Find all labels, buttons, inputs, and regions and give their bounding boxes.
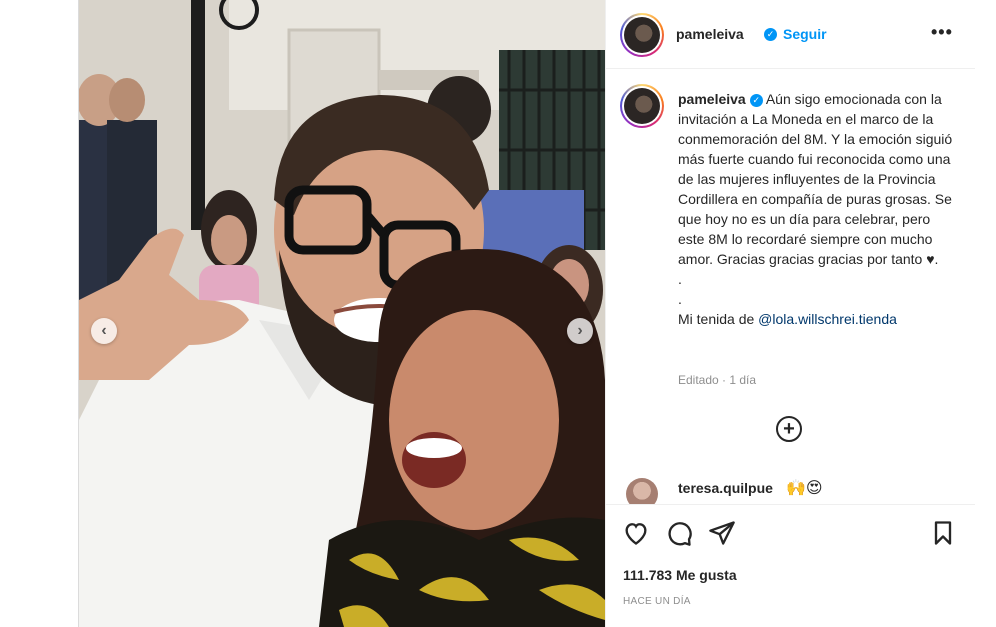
- caption-time[interactable]: 1 día: [729, 373, 756, 387]
- carousel-next-button[interactable]: ›: [567, 318, 593, 344]
- bookmark-icon[interactable]: [929, 519, 957, 547]
- post-header: pameleiva ✓ Seguir •••: [606, 0, 975, 69]
- edited-label: Editado: [678, 373, 719, 387]
- more-options-icon[interactable]: •••: [931, 22, 953, 43]
- follow-button[interactable]: Seguir: [783, 26, 827, 42]
- caption-meta: Editado · 1 día: [678, 373, 757, 387]
- mention-link[interactable]: @lola.willschrei.tienda: [758, 311, 897, 327]
- commenter-username[interactable]: teresa.quilpue: [678, 480, 773, 496]
- post-photo[interactable]: ‹ ›: [79, 0, 605, 627]
- like-count[interactable]: 111.783 Me gusta: [623, 567, 737, 583]
- load-more-comments-icon[interactable]: +: [776, 416, 802, 442]
- comment-icon[interactable]: [665, 519, 693, 547]
- comments-section[interactable]: pameleiva ✓ Aún sigo emocionada con la in…: [606, 70, 975, 503]
- post-side-panel: pameleiva ✓ Seguir ••• pameleiva ✓ Aún si…: [605, 0, 975, 627]
- post-timestamp[interactable]: HACE UN DÍA: [623, 596, 691, 607]
- post-caption: pameleiva ✓ Aún sigo emocionada con la in…: [678, 89, 956, 329]
- selfie-photo: [79, 0, 605, 627]
- verified-badge-icon: ✓: [764, 28, 777, 41]
- instagram-post: ‹ › pameleiva ✓ Seguir ••• pameleiva ✓ Aú…: [78, 0, 975, 627]
- caption-author-avatar[interactable]: [620, 84, 664, 128]
- author-avatar[interactable]: [620, 13, 664, 57]
- heart-icon[interactable]: [622, 519, 650, 547]
- caption-outfit-prefix: Mi tenida de: [678, 311, 755, 327]
- comment-row: teresa.quilpue 🙌😍: [606, 474, 975, 510]
- carousel-prev-button[interactable]: ‹: [91, 318, 117, 344]
- share-icon[interactable]: [708, 519, 736, 547]
- post-actions: 111.783 Me gusta HACE UN DÍA: [606, 504, 975, 627]
- caption-dot: .: [678, 271, 682, 287]
- comment-text: 🙌😍: [786, 480, 823, 497]
- caption-body: Aún sigo emocionada con la invitación a …: [678, 91, 953, 267]
- verified-badge-icon: ✓: [749, 94, 763, 107]
- author-username[interactable]: pameleiva: [676, 26, 744, 42]
- caption-username[interactable]: pameleiva: [678, 91, 746, 107]
- caption-dot: .: [678, 291, 682, 307]
